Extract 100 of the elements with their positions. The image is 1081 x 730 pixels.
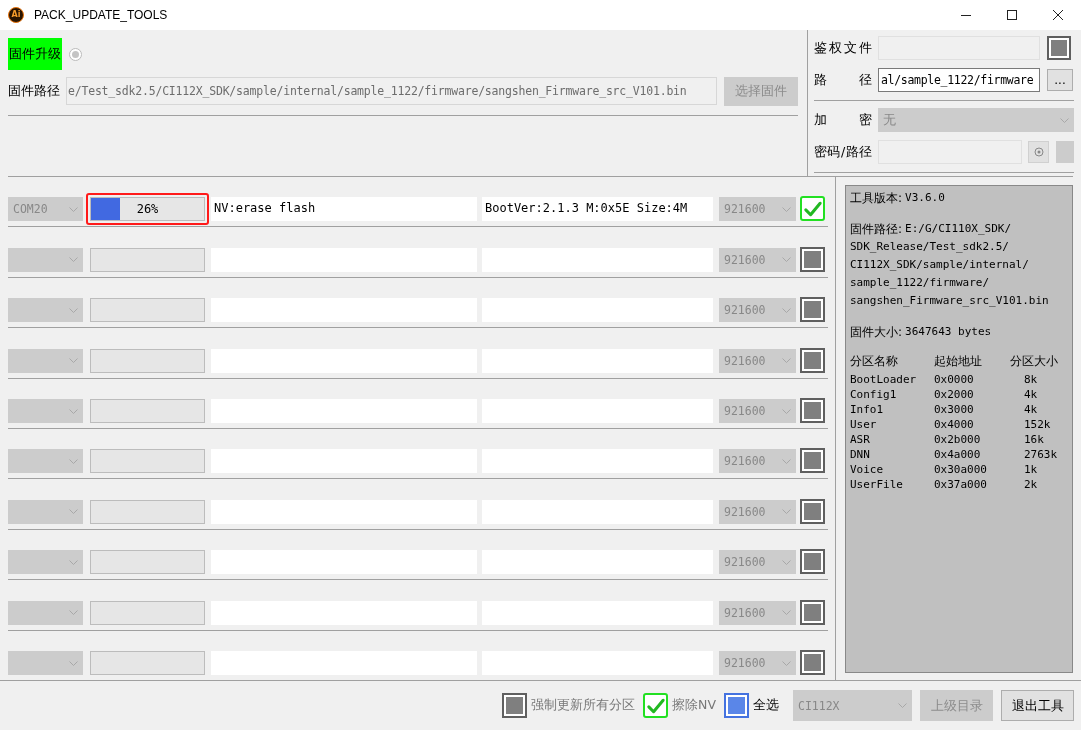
auth-file-label: 鉴权文件 — [814, 39, 872, 57]
table-cell-text: UserFile — [850, 477, 904, 492]
table-cell-text: 0x37a000 — [934, 477, 988, 492]
checkbox[interactable] — [800, 650, 825, 676]
baud-select[interactable]: 921600 — [719, 298, 796, 323]
table-cell-text: BootLoader — [850, 372, 918, 387]
table-cell-text: 4k — [1023, 402, 1039, 417]
table-cell-text: User — [850, 417, 878, 432]
port-select[interactable] — [8, 550, 83, 575]
table-cell-text: 0x3000 — [934, 402, 975, 417]
table-cell-text: 16k — [1023, 432, 1045, 447]
encrypt-select[interactable]: 无 — [878, 108, 1074, 132]
dropdown-caret-icon — [782, 358, 791, 364]
dropdown-caret-icon — [69, 358, 78, 364]
dropdown-caret-icon — [69, 307, 78, 313]
port-select[interactable] — [8, 499, 83, 524]
path-text: SDK_Release/Test_sdk2.5/ — [850, 239, 1009, 255]
path-label: 固件路径 — [8, 82, 61, 100]
dropdown-caret-icon — [69, 257, 78, 263]
baud-select[interactable]: 921600 — [719, 499, 796, 524]
baud-select[interactable]: 921600 — [719, 550, 796, 575]
close-icon — [1052, 9, 1064, 21]
mode-label: 固件升级 — [8, 38, 62, 70]
table-cell-text: 2763k — [1023, 447, 1059, 462]
table-cell-text: DNN — [850, 447, 871, 462]
table-cell-text: Config1 — [850, 387, 898, 402]
progress-text: 26% — [135, 201, 160, 219]
baud-select[interactable]: 921600 — [719, 651, 796, 676]
checkbox[interactable] — [724, 693, 749, 718]
port-select[interactable] — [8, 348, 83, 373]
option-label: 强制更新所有分区 — [531, 697, 636, 714]
port-select[interactable] — [8, 600, 83, 625]
table-cell-text: ASR — [850, 432, 871, 447]
checkbox[interactable] — [800, 599, 825, 625]
path-field[interactable]: al/sample_1122/firmware — [878, 68, 1040, 92]
table-cell-text: Voice — [850, 462, 885, 477]
path-label: 固件路径: — [850, 221, 903, 238]
table-cell-text: 4k — [1023, 387, 1039, 402]
table-cell-text: 0x4000 — [934, 417, 975, 432]
exit-button[interactable]: 退出工具 — [1001, 690, 1074, 721]
radio-button[interactable] — [69, 47, 82, 61]
chip-select[interactable]: CI112X — [793, 690, 912, 721]
baud-select[interactable]: 921600 — [719, 600, 796, 625]
option-label: 擦除NV — [672, 697, 716, 714]
encrypt-label: 加密 — [814, 111, 872, 129]
table-cell-text: Info1 — [850, 402, 885, 417]
password-label: 密码/路径 — [814, 143, 872, 161]
port-select[interactable]: COM20 — [8, 197, 83, 222]
table-cell-text: 1k — [1023, 462, 1039, 477]
dropdown-caret-icon — [69, 509, 78, 515]
table-cell-text: 152k — [1023, 417, 1052, 432]
checkbox[interactable] — [800, 398, 825, 424]
table-cell-text: 0x30a000 — [934, 462, 988, 477]
checkbox[interactable] — [800, 498, 825, 524]
baud-select[interactable]: 921600 — [719, 449, 796, 474]
port-select[interactable] — [8, 651, 83, 676]
table-cell-text: 0x0000 — [934, 372, 975, 387]
dropdown-caret-icon — [782, 610, 791, 616]
dropdown-caret-icon — [69, 408, 78, 414]
target-icon — [1033, 147, 1044, 157]
checkbox[interactable] — [800, 549, 825, 575]
port-select[interactable] — [8, 247, 83, 272]
device-info-field: BootVer:2.1.3 M:0x5E Size:4M — [482, 197, 713, 222]
path-label: 路径 — [814, 71, 872, 89]
column-header: 起始地址 — [934, 354, 983, 369]
window-title: PACK_UPDATE_TOOLS — [34, 8, 168, 22]
port-select[interactable] — [8, 298, 83, 323]
dropdown-caret-icon — [782, 458, 791, 464]
auth-file-button[interactable] — [1047, 36, 1071, 60]
port-select[interactable] — [8, 449, 83, 474]
app-logo-icon: Ai — [8, 7, 24, 23]
path-text: E:/G/CI110X_SDK/ — [905, 221, 1011, 237]
baud-select[interactable]: 921600 — [719, 247, 796, 272]
dropdown-caret-icon — [69, 610, 78, 616]
checkbox[interactable] — [800, 347, 825, 373]
baud-select[interactable]: 921600 — [719, 348, 796, 373]
baud-select[interactable]: 921600 — [719, 197, 796, 222]
option-label: 全选 — [753, 697, 779, 714]
version-label: 工具版本: — [850, 190, 903, 206]
browse-button[interactable]: ... — [1047, 69, 1073, 91]
column-header: 分区名称 — [850, 354, 899, 369]
dropdown-caret-icon — [782, 307, 791, 313]
column-header: 分区大小 — [1010, 354, 1059, 369]
dropdown-caret-icon — [898, 703, 907, 708]
size-label: 固件大小: — [850, 324, 903, 340]
checkbox[interactable] — [800, 297, 825, 323]
dropdown-caret-icon — [69, 559, 78, 565]
dropdown-caret-icon — [69, 206, 78, 212]
dropdown-caret-icon — [782, 206, 791, 212]
size-value: 3647643 bytes — [905, 324, 992, 340]
dropdown-caret-icon — [782, 257, 791, 263]
baud-select[interactable]: 921600 — [719, 399, 796, 424]
version-value: V3.6.0 — [905, 190, 945, 206]
port-select[interactable] — [8, 399, 83, 424]
checkbox[interactable] — [800, 196, 825, 222]
checkbox[interactable] — [800, 448, 825, 474]
table-cell-text: 2k — [1023, 477, 1039, 492]
checkbox[interactable] — [800, 246, 825, 272]
toggle-button[interactable] — [1028, 141, 1049, 163]
dropdown-caret-icon — [69, 458, 78, 464]
